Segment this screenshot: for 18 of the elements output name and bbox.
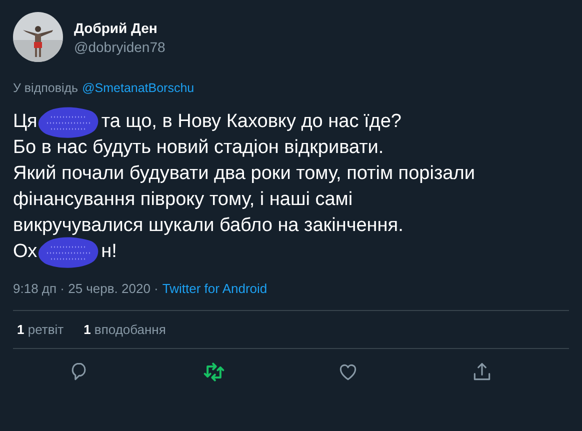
timestamp: 9:18 дп · 25 черв. 2020 ·: [13, 281, 158, 296]
tweet-text: Бо в нас будуть новий стадіон відкривати.: [13, 136, 384, 160]
tweet-text: та що, в Нову Каховку до нас їде?: [101, 110, 402, 134]
author-handle[interactable]: @dobryiden78: [74, 38, 166, 54]
mention-link[interactable]: @SmetanatBorschu: [82, 81, 194, 95]
reply-label: У відповідь: [13, 81, 78, 95]
tweet-text: Ох: [13, 240, 38, 264]
source-link[interactable]: Twitter for Android: [162, 281, 268, 296]
retweet-icon[interactable]: [203, 361, 225, 383]
author-name[interactable]: Добрий Ден: [74, 20, 166, 36]
tweet-text: викручувалися шукали бабло на закінчення.: [13, 214, 404, 238]
share-icon[interactable]: [471, 361, 493, 383]
tweet-text: Який почали будувати два роки тому, потім порізали: [13, 162, 475, 186]
stat-count[interactable]: 1 ретвіт: [17, 322, 64, 337]
tweet-text: фінансування півроку тому, і наші самі: [13, 188, 353, 212]
tweet-text: Ця: [13, 110, 38, 134]
stat-count[interactable]: 1 вподобання: [84, 322, 166, 337]
tweet-text: н!: [101, 240, 117, 264]
